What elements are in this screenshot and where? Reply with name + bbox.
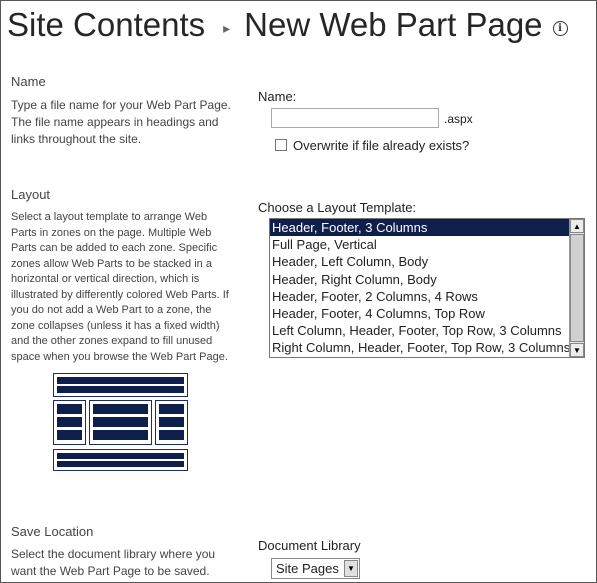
layout-section-description: Select a layout template to arrange Web … <box>11 211 229 363</box>
listbox-scrollbar[interactable]: ▲ ▼ <box>569 219 584 357</box>
breadcrumb-site-contents[interactable]: Site Contents <box>7 6 205 44</box>
diagram-header-zone <box>53 373 188 397</box>
name-section-description: Type a file name for your Web Part Page.… <box>11 98 231 146</box>
diagram-center-zone <box>89 400 152 445</box>
scroll-up-icon[interactable]: ▲ <box>570 219 584 233</box>
layout-option[interactable]: Header, Left Column, Body <box>270 253 584 270</box>
overwrite-checkbox-label[interactable]: Overwrite if file already exists? <box>293 138 469 153</box>
name-field-label: Name: <box>258 89 297 104</box>
chevron-down-icon[interactable]: ▼ <box>344 560 358 577</box>
scroll-down-icon[interactable]: ▼ <box>570 343 584 357</box>
save-section-heading: Save Location <box>11 524 94 539</box>
layout-option[interactable]: Right Column, Header, Footer, Top Row, 3… <box>270 339 584 356</box>
layout-preview-diagram <box>53 373 189 473</box>
layout-template-label: Choose a Layout Template: <box>258 200 417 215</box>
diagram-footer-zone <box>53 449 188 471</box>
layout-option[interactable]: Header, Footer, 3 Columns <box>270 219 569 237</box>
layout-option[interactable]: Header, Footer, 2 Columns, 4 Rows <box>270 288 584 305</box>
layout-template-listbox[interactable]: Header, Footer, 3 Columns Full Page, Ver… <box>269 218 585 358</box>
save-section-description: Select the document library where you wa… <box>11 547 216 578</box>
overwrite-checkbox[interactable] <box>275 139 287 151</box>
title-bar: Site Contents ▸ New Web Part Page i <box>7 1 568 49</box>
extension-label: .aspx <box>444 112 473 126</box>
layout-option[interactable]: Full Page, Vertical <box>270 236 584 253</box>
name-input[interactable] <box>271 108 439 128</box>
document-library-label: Document Library <box>258 538 361 553</box>
page-title: New Web Part Page <box>244 6 543 43</box>
info-icon[interactable]: i <box>552 20 568 36</box>
chevron-right-icon: ▸ <box>223 19 231 36</box>
document-library-select[interactable]: Site Pages ▼ <box>271 558 360 579</box>
layout-option[interactable]: Left Column, Header, Footer, Top Row, 3 … <box>270 322 584 339</box>
layout-section-heading: Layout <box>11 187 51 202</box>
scrollbar-thumb[interactable] <box>570 234 584 342</box>
layout-option[interactable]: Header, Right Column, Body <box>270 271 584 288</box>
layout-option[interactable]: Header, Footer, 4 Columns, Top Row <box>270 305 584 322</box>
diagram-right-zone <box>155 400 188 445</box>
diagram-left-zone <box>53 400 86 445</box>
name-section-heading: Name <box>11 74 46 89</box>
document-library-value: Site Pages <box>276 561 339 576</box>
